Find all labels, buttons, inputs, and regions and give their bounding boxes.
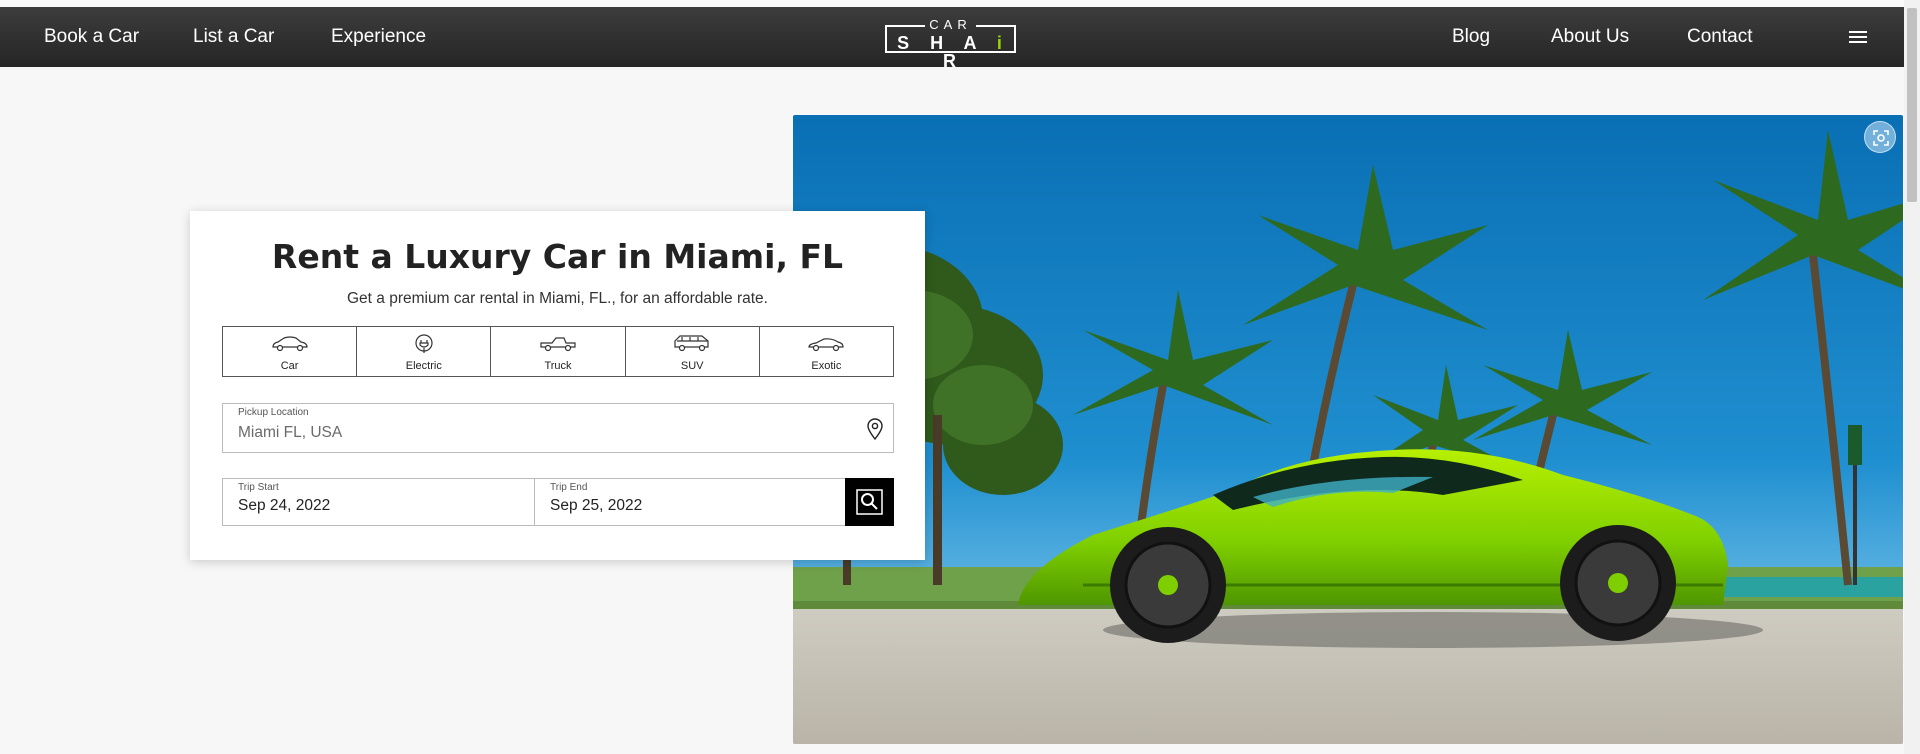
search-card: Rent a Luxury Car in Miami, FL Get a pre… (190, 211, 925, 560)
fullscreen-icon[interactable] (1864, 121, 1896, 153)
pickup-location-field[interactable]: Pickup Location Miami FL, USA (222, 403, 894, 453)
truck-icon (538, 334, 578, 357)
hamburger-menu-icon[interactable] (1849, 31, 1867, 45)
trip-end-label: Trip End (550, 482, 588, 493)
trip-end-value: Sep 25, 2022 (550, 497, 643, 514)
hero-image (793, 115, 1903, 744)
vehicle-type-exotic[interactable]: Exotic (760, 327, 893, 376)
site-logo[interactable]: CAR S H A i R (885, 17, 1016, 70)
vehicle-type-selector: Car Electric Truck SUV Exotic (222, 326, 894, 377)
vehicle-type-car[interactable]: Car (223, 327, 358, 376)
nav-about-us[interactable]: About Us (1551, 7, 1629, 67)
top-navbar: Book a Car List a Car Experience CAR S H… (0, 7, 1904, 70)
vehicle-type-label: Car (280, 360, 299, 372)
nav-experience[interactable]: Experience (331, 7, 426, 67)
location-pin-icon (866, 417, 884, 446)
vehicle-type-label: Electric (405, 360, 442, 372)
nav-book-a-car[interactable]: Book a Car (44, 7, 139, 67)
nav-blog[interactable]: Blog (1452, 7, 1490, 67)
nav-contact[interactable]: Contact (1687, 7, 1752, 67)
pickup-location-label: Pickup Location (238, 407, 309, 418)
search-icon (845, 489, 894, 530)
exotic-car-icon (806, 334, 846, 357)
trip-start-field[interactable]: Trip Start Sep 24, 2022 (222, 478, 535, 526)
trip-start-label: Trip Start (238, 482, 279, 493)
page-title: Rent a Luxury Car in Miami, FL (271, 237, 844, 276)
suv-icon (672, 334, 712, 357)
browser-top-strip (0, 0, 1920, 7)
pickup-location-value: Miami FL, USA (238, 424, 343, 441)
vehicle-type-label: SUV (680, 360, 704, 372)
vehicle-type-electric[interactable]: Electric (357, 327, 492, 376)
vehicle-type-label: Exotic (811, 360, 842, 372)
vehicle-type-truck[interactable]: Truck (491, 327, 626, 376)
search-button[interactable] (845, 478, 894, 526)
trip-start-value: Sep 24, 2022 (238, 497, 331, 514)
logo-text-car: CAR (929, 17, 972, 32)
car-icon (270, 334, 310, 357)
vehicle-type-suv[interactable]: SUV (626, 327, 760, 376)
logo-text-shair: S H A i R (897, 33, 1010, 71)
page-subtitle: Get a premium car rental in Miami, FL., … (347, 290, 768, 307)
vehicle-type-label: Truck (544, 360, 572, 372)
page-scrollbar[interactable] (1904, 0, 1920, 754)
trip-end-field[interactable]: Trip End Sep 25, 2022 (534, 478, 846, 526)
electric-plug-icon (413, 334, 435, 359)
nav-list-a-car[interactable]: List a Car (193, 7, 274, 67)
scrollbar-thumb[interactable] (1907, 8, 1917, 202)
